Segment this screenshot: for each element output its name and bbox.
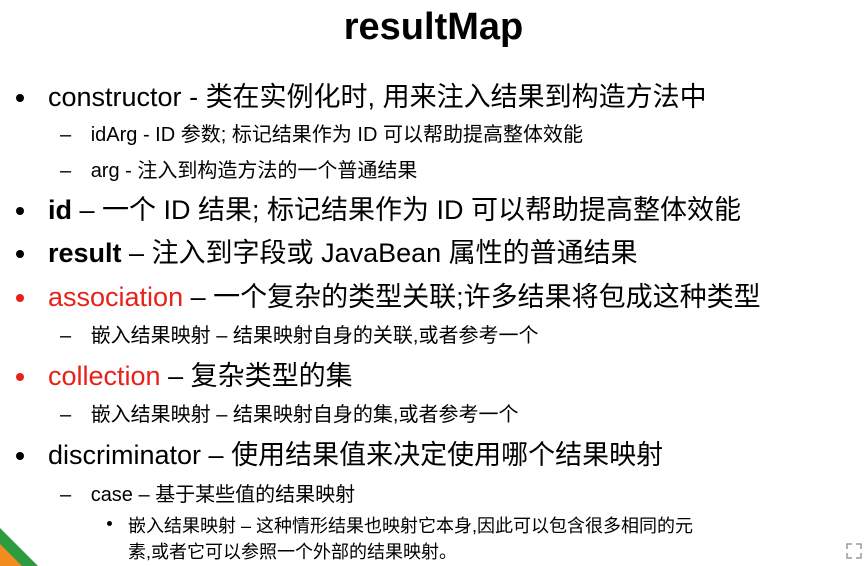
dash-bullet: – — [60, 484, 72, 506]
item-sep: – — [121, 238, 152, 268]
item-term: id — [48, 195, 72, 225]
dash-bullet: – — [60, 325, 72, 347]
subsubitem-case-nested-line1: 嵌入结果映射 – 这种情形结果也映射它本身,因此可以包含很多相同的元 — [128, 516, 694, 536]
item-term: idArg — [90, 124, 138, 146]
item-sep: - — [119, 160, 138, 182]
item-sep: – — [160, 361, 191, 391]
dash-bullet: – — [60, 160, 72, 182]
item-text: 嵌入结果映射 – 结果映射自身的集,或者参考一个 — [90, 404, 519, 426]
item-constructor: constructor - 类在实例化时, 用来注入结果到构造方法中 — [48, 75, 707, 114]
item-sep: – — [183, 282, 214, 312]
bullet-dot-red — [16, 373, 24, 381]
subitem-association-nested: – 嵌入结果映射 – 结果映射自身的关联,或者参考一个 — [60, 319, 538, 348]
item-desc: 复杂类型的集 — [190, 361, 353, 391]
item-sep: – — [201, 440, 232, 470]
bullet-dot-red — [16, 294, 24, 302]
item-term: discriminator — [48, 440, 202, 470]
item-term: arg — [90, 160, 120, 182]
item-desc: 一个 ID 结果; 标记结果作为 ID 可以帮助提高整体效能 — [102, 195, 742, 225]
item-term: association — [48, 282, 184, 312]
corner-decoration — [0, 528, 38, 566]
item-desc: 基于某些值的结果映射 — [155, 484, 356, 506]
bullet-dot — [16, 250, 24, 258]
item-term: constructor — [48, 82, 182, 112]
item-desc: ID 参数; 标记结果作为 ID 可以帮助提高整体效能 — [155, 124, 583, 146]
item-term: case — [90, 484, 133, 506]
item-discriminator: discriminator – 使用结果值来决定使用哪个结果映射 — [48, 433, 663, 472]
item-collection: collection – 复杂类型的集 — [48, 354, 353, 393]
slide-title: resultMap — [343, 6, 524, 48]
item-sep: - — [137, 124, 156, 146]
subitem-case: – case – 基于某些值的结果映射 — [60, 478, 355, 507]
subsubitem-case-nested-line2: 素,或者它可以参照一个外部的结果映射。 — [128, 542, 457, 562]
dash-bullet: – — [60, 124, 72, 146]
item-term: result — [48, 238, 122, 268]
item-desc: 类在实例化时, 用来注入结果到构造方法中 — [205, 82, 707, 112]
item-text: 嵌入结果映射 – 结果映射自身的关联,或者参考一个 — [90, 325, 539, 347]
item-desc: 一个复杂的类型关联;许多结果将包成这种类型 — [213, 282, 761, 312]
item-sep: - — [181, 82, 206, 112]
item-result: result – 注入到字段或 JavaBean 属性的普通结果 — [48, 231, 638, 270]
item-desc: 使用结果值来决定使用哪个结果映射 — [231, 440, 664, 470]
subitem-arg: – arg - 注入到构造方法的一个普通结果 — [60, 154, 417, 183]
subitem-idarg: – idArg - ID 参数; 标记结果作为 ID 可以帮助提高整体效能 — [60, 118, 583, 147]
item-term: collection — [48, 361, 161, 391]
bullet-dot — [16, 452, 24, 460]
item-sep: – — [72, 195, 103, 225]
item-sep: – — [132, 484, 156, 506]
item-association: association – 一个复杂的类型关联;许多结果将包成这种类型 — [48, 275, 761, 314]
item-id: id – 一个 ID 结果; 标记结果作为 ID 可以帮助提高整体效能 — [48, 188, 741, 227]
bullet-dot — [16, 94, 24, 102]
item-desc: 注入到字段或 JavaBean 属性的普通结果 — [151, 238, 638, 268]
bullet-dot — [16, 207, 24, 215]
expand-icon[interactable] — [845, 542, 863, 560]
slide: resultMap constructor - 类在实例化时, 用来注入结果到构… — [0, 0, 867, 566]
item-desc: 注入到构造方法的一个普通结果 — [137, 160, 418, 182]
subitem-collection-nested: – 嵌入结果映射 – 结果映射自身的集,或者参考一个 — [60, 398, 518, 427]
dash-bullet: – — [60, 404, 72, 426]
